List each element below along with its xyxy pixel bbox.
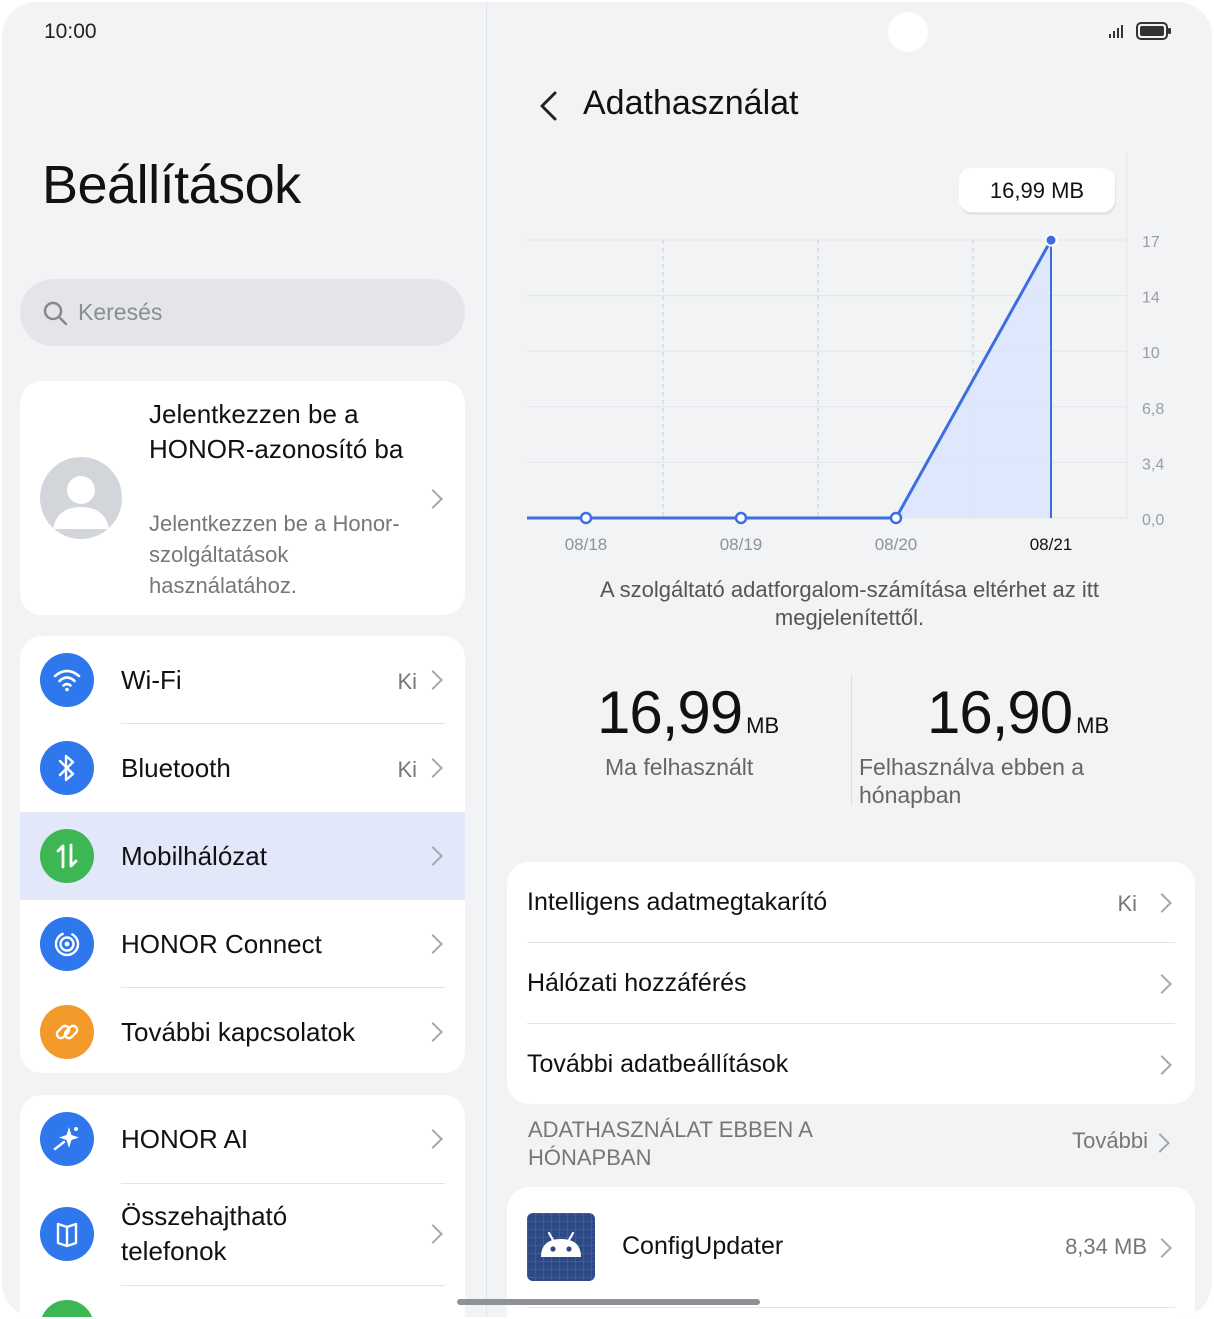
y-tick-label: 17 (1142, 234, 1160, 251)
setting-label: Intelligens adatmegtakarító (527, 888, 828, 916)
account-card[interactable]: Jelentkezzen be a HONOR-azonosító ba Jel… (20, 381, 465, 615)
stat-today: 16,99 MB Ma felhasznált (597, 678, 779, 781)
chevron-right-icon (1152, 893, 1172, 913)
avatar (40, 457, 122, 539)
sidebar-item-label: Wi-Fi (121, 665, 182, 695)
features-group: HONOR AI Összehajtható telefonok (20, 1095, 465, 1317)
chevron-right-icon (1152, 974, 1172, 994)
x-tick-label: 08/18 (565, 535, 608, 554)
y-tick-label: 14 (1142, 290, 1160, 307)
y-tick-label: 6,8 (1142, 401, 1164, 418)
data-point (889, 511, 903, 525)
chevron-right-icon (423, 846, 443, 866)
page-title: Adathasználat (583, 84, 799, 122)
chevron-right-icon (423, 1022, 443, 1042)
divider (121, 1285, 445, 1286)
foldable-icon (40, 1207, 94, 1261)
sidebar-item-label: HONOR AI (121, 1124, 249, 1154)
app-usage-card: ConfigUpdater 8,34 MB (507, 1187, 1195, 1317)
sparkle-icon (40, 1112, 94, 1166)
stat-divider (851, 674, 852, 806)
back-arrow-icon[interactable] (537, 90, 561, 122)
data-point (734, 511, 748, 525)
sidebar-item-label: Mobilhálózat (121, 841, 267, 871)
data-point (1044, 233, 1058, 247)
section-more-link[interactable]: További (1072, 1128, 1148, 1154)
setting-value: Ki (1117, 891, 1137, 916)
chevron-right-icon (423, 670, 443, 690)
home-indicator[interactable] (457, 1299, 760, 1305)
search-icon (43, 301, 68, 325)
sidebar-item-value: Ki (397, 669, 417, 694)
chevron-right-icon (1150, 1133, 1170, 1153)
app-size: 8,34 MB (1065, 1234, 1147, 1259)
y-tick-label: 0,0 (1142, 512, 1164, 529)
smart-data-saver-item[interactable]: Intelligens adatmegtakarító Ki (507, 862, 1195, 942)
device-screen: 10:00 Beállítások Keresés Jelentkezzen b… (2, 2, 1212, 1317)
sidebar-item-honor-ai[interactable]: HONOR AI (20, 1095, 465, 1183)
y-tick-label: 3,4 (1142, 456, 1164, 473)
connectivity-group: Wi-Fi Ki Bluetooth Ki Mobilhálózat HONOR… (20, 636, 465, 1073)
mobile-data-icon (40, 829, 94, 883)
stat-today-label: Ma felhasznált (605, 754, 754, 780)
chart-note: A szolgáltató adatforgalom-számítása elt… (600, 577, 1099, 630)
chevron-right-icon (423, 489, 443, 509)
x-tick-label: 08/20 (875, 535, 918, 554)
x-tick-label: 08/19 (720, 535, 763, 554)
sidebar-item-label: HONOR Connect (121, 929, 322, 959)
user-icon (53, 476, 109, 529)
search-placeholder: Keresés (78, 299, 163, 325)
honor-connect-icon (40, 917, 94, 971)
data-point (579, 511, 593, 525)
stat-today-unit: MB (746, 713, 780, 738)
network-access-item[interactable]: Hálózati hozzáférés (507, 943, 1195, 1023)
section-title: Adathasználat ebben a hónapban (528, 1117, 812, 1170)
setting-label: Hálózati hozzáférés (527, 969, 747, 997)
stat-month: 16,90 MB Felhasználva ebben a hónapban (859, 678, 1129, 809)
more-data-settings-item[interactable]: További adatbeállítások (507, 1024, 1195, 1104)
app-usage-item[interactable]: ConfigUpdater 8,34 MB (507, 1187, 1195, 1307)
data-usage-pane: Adathasználat 0,0 3,4 6,8 10 14 17 08/18 08/19 0… (487, 2, 1212, 1317)
sidebar-item-more-connections[interactable]: További kapcsolatok (20, 988, 465, 1073)
x-tick-label: 08/21 (1030, 535, 1073, 554)
sidebar-item-mobile-network[interactable]: Mobilhálózat (20, 812, 465, 900)
account-subtitle: Jelentkezzen be a Honor-szolgáltatások h… (149, 511, 400, 598)
sidebar-item-bluetooth[interactable]: Bluetooth Ki (20, 724, 465, 812)
setting-label: További adatbeállítások (527, 1050, 789, 1078)
android-app-icon (527, 1213, 595, 1281)
chevron-right-icon (423, 1224, 443, 1244)
sidebar-item-label: Összehajtható telefonok (121, 1201, 288, 1266)
chevron-right-icon (423, 934, 443, 954)
sidebar-item-honor-connect[interactable]: HONOR Connect (20, 900, 465, 988)
sidebar-item-label: Bluetooth (121, 753, 231, 783)
y-tick-label: 10 (1142, 345, 1160, 362)
chevron-right-icon (1152, 1055, 1172, 1075)
chevron-right-icon (423, 1129, 443, 1149)
app-name: ConfigUpdater (622, 1232, 784, 1260)
bluetooth-icon (40, 741, 94, 795)
stat-today-value: 16,99 (597, 679, 743, 746)
partial-row-icon (40, 1300, 94, 1317)
sidebar-item-value: Ki (397, 757, 417, 782)
chevron-right-icon (1152, 1238, 1172, 1258)
tooltip-label: 16,99 MB (990, 178, 1084, 203)
wifi-icon (40, 653, 94, 707)
page-title: Beállítások (42, 155, 301, 215)
usage-chart: 0,0 3,4 6,8 10 14 17 08/18 08/19 08/20 08/21 16,99… (527, 152, 1164, 554)
stat-month-unit: MB (1076, 713, 1110, 738)
divider (527, 1307, 1175, 1308)
sidebar-item-foldable[interactable]: Összehajtható telefonok (20, 1184, 465, 1284)
link-icon (40, 1005, 94, 1059)
data-settings-card: Intelligens adatmegtakarító Ki Hálózati … (507, 862, 1195, 1104)
chevron-right-icon (423, 758, 443, 778)
sidebar-item-label: További kapcsolatok (121, 1017, 356, 1047)
stat-month-label: Felhasználva ebben a hónapban (859, 754, 1085, 808)
sidebar-item-wifi[interactable]: Wi-Fi Ki (20, 636, 465, 724)
stat-month-value: 16,90 (927, 679, 1073, 746)
search-input[interactable]: Keresés (20, 279, 465, 346)
settings-pane: Beállítások Keresés Jelentkezzen be a HO… (2, 2, 486, 1317)
account-title: Jelentkezzen be a HONOR-azonosító ba (149, 399, 404, 464)
